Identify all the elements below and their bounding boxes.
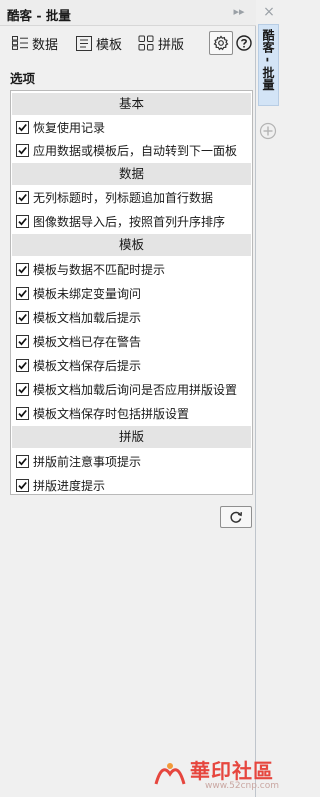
option-checkbox[interactable]: 图像数据导入后，按照首列升序排序 — [16, 211, 225, 231]
watermark-logo-icon — [154, 763, 186, 785]
data-button-label: 数据 — [32, 37, 59, 53]
add-circle-icon[interactable] — [259, 122, 277, 140]
imposition-grid-icon — [138, 35, 154, 51]
group-header-imposition: 拼版 — [12, 426, 251, 448]
option-label: 拼版前注意事项提示 — [33, 454, 142, 469]
checkbox-checked-icon — [16, 190, 29, 204]
option-label: 恢复使用记录 — [33, 120, 106, 135]
imposition-button[interactable]: 拼版 — [138, 30, 184, 56]
group-header-data: 数据 — [12, 163, 251, 185]
option-checkbox[interactable]: 无列标题时，列标题追加首行数据 — [16, 187, 213, 207]
template-icon — [76, 35, 92, 51]
checkbox-checked-icon — [16, 358, 29, 372]
option-checkbox[interactable]: 拼版前注意事项提示 — [16, 451, 141, 471]
watermark-url: www.52cnp.com — [205, 781, 280, 791]
checkbox-checked-icon — [16, 478, 29, 492]
option-checkbox[interactable]: 模板未绑定变量询问 — [16, 283, 141, 303]
imposition-button-label: 拼版 — [158, 37, 185, 53]
option-checkbox[interactable]: 模板与数据不匹配时提示 — [16, 259, 165, 279]
data-grid-icon — [12, 36, 28, 50]
watermark-text: 華印社區 — [190, 759, 274, 783]
option-label: 模板文档保存时包括拼版设置 — [33, 406, 190, 421]
checkbox-checked-icon — [16, 120, 29, 134]
template-button[interactable]: 模板 — [76, 30, 122, 56]
settings-button[interactable] — [209, 31, 233, 55]
template-button-label: 模板 — [96, 37, 123, 53]
option-checkbox[interactable]: 模板文档加载后提示 — [16, 307, 141, 327]
option-checkbox[interactable]: 拼版进度提示 — [16, 475, 105, 495]
option-label: 图像数据导入后，按照首列升序排序 — [33, 214, 226, 229]
checkbox-checked-icon — [16, 334, 29, 348]
window-title: 酷客 - 批量 — [7, 8, 71, 23]
group-header-basic: 基本 — [12, 93, 251, 115]
option-label: 拼版进度提示 — [33, 478, 106, 493]
option-checkbox[interactable]: 模板文档保存时包括拼版设置 — [16, 403, 189, 423]
checkbox-checked-icon — [16, 310, 29, 324]
checkbox-checked-icon — [16, 454, 29, 468]
option-label: 模板文档已存在警告 — [33, 334, 142, 349]
watermark: 華印社區 www.52cnp.com — [150, 752, 280, 797]
tab-batch[interactable]: 酷客 - 批量 — [258, 24, 279, 106]
close-icon[interactable]: × — [262, 4, 276, 20]
help-icon — [236, 35, 252, 51]
option-label: 模板未绑定变量询问 — [33, 286, 142, 301]
option-checkbox[interactable]: 应用数据或模板后，自动转到下一面板 — [16, 140, 237, 160]
option-label: 模板文档加载后提示 — [33, 310, 142, 325]
option-label: 模板与数据不匹配时提示 — [33, 262, 166, 277]
option-checkbox[interactable]: 模板文档保存后提示 — [16, 355, 141, 375]
gear-icon — [213, 35, 229, 51]
checkbox-checked-icon — [16, 382, 29, 396]
refresh-button[interactable] — [220, 506, 252, 528]
option-checkbox[interactable]: 模板文档加载后询问是否应用拼版设置 — [16, 379, 237, 399]
refresh-icon — [230, 511, 243, 523]
checkbox-checked-icon — [16, 406, 29, 420]
checkbox-checked-icon — [16, 262, 29, 276]
options-section-title: 选项 — [10, 71, 36, 86]
docker-tab-strip: × 酷客 - 批量 — [256, 0, 281, 797]
help-button[interactable] — [233, 32, 255, 54]
data-button[interactable]: 数据 — [12, 30, 58, 56]
option-label: 无列标题时，列标题追加首行数据 — [33, 190, 214, 205]
options-list: 基本 恢复使用记录 应用数据或模板后，自动转到下一面板 数据 无列标题时，列标题… — [10, 90, 253, 495]
option-checkbox[interactable]: 模板文档已存在警告 — [16, 331, 141, 351]
checkbox-checked-icon — [16, 143, 29, 157]
group-header-template: 模板 — [12, 234, 251, 256]
option-checkbox[interactable]: 恢复使用记录 — [16, 117, 105, 137]
checkbox-checked-icon — [16, 286, 29, 300]
checkbox-checked-icon — [16, 214, 29, 228]
option-label: 模板文档保存后提示 — [33, 358, 142, 373]
option-label: 模板文档加载后询问是否应用拼版设置 — [33, 382, 238, 397]
option-label: 应用数据或模板后，自动转到下一面板 — [33, 143, 238, 158]
expand-icon[interactable]: ▸▸ — [232, 4, 246, 20]
title-bar: 酷客 - 批量 ▸▸ — [0, 0, 256, 26]
toolbar: 数据 模板 拼版 — [0, 26, 256, 60]
docker-panel: 酷客 - 批量 ▸▸ 数据 模板 拼版 选项 基本 恢复使用记录 应用数据或模板… — [0, 0, 256, 797]
